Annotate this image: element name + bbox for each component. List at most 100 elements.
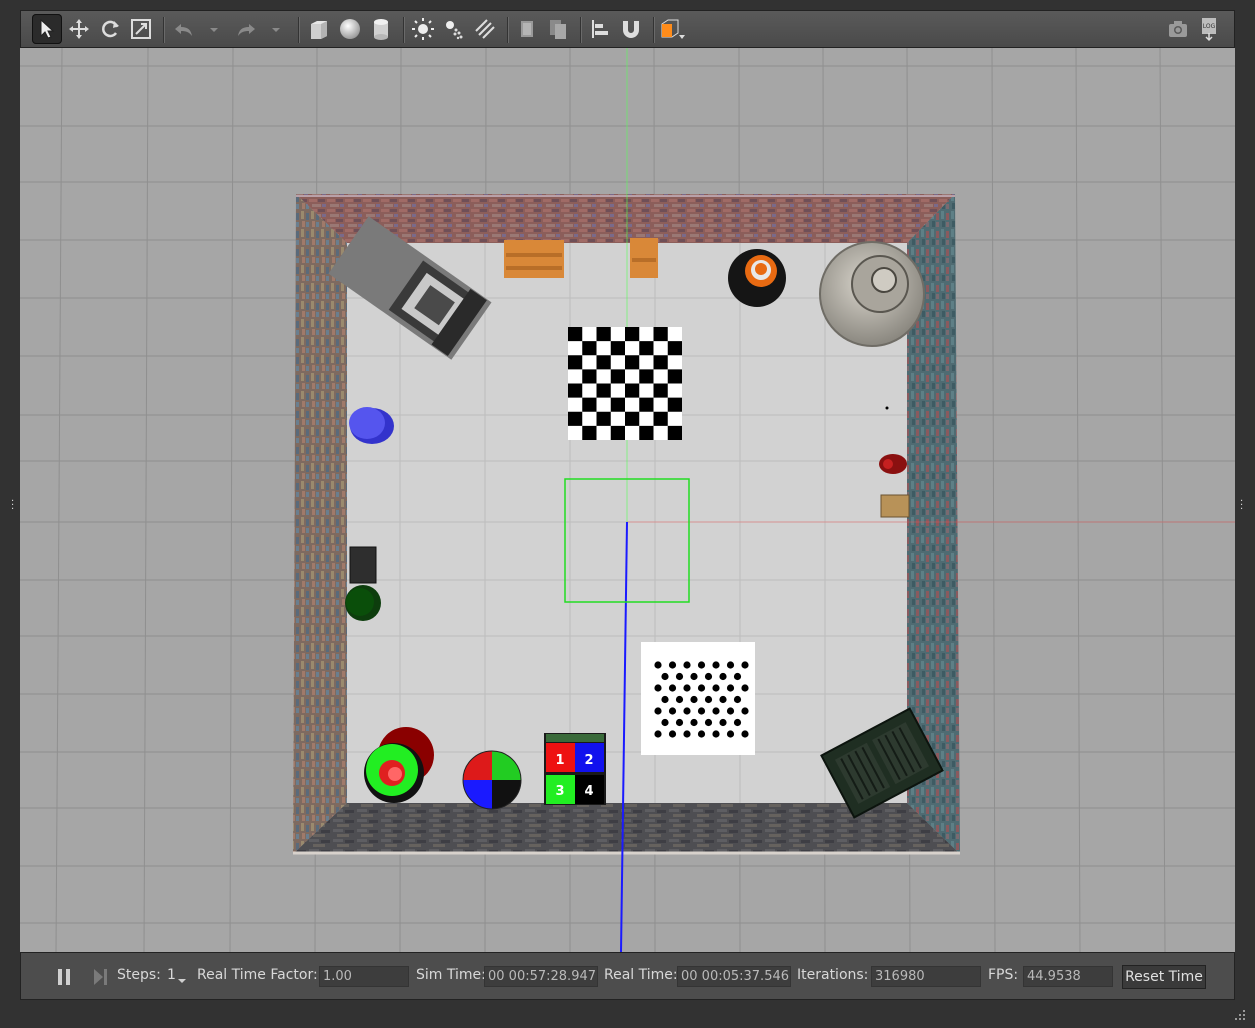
calibration-dot [683,661,691,669]
checker-square [639,425,654,440]
sphere-shape-button[interactable] [335,14,365,44]
copy-button[interactable] [512,14,542,44]
sun-icon [412,18,434,40]
reset-time-button[interactable]: Reset Time [1122,965,1206,989]
checker-square [568,383,583,398]
cube-view-icon [661,19,685,39]
checker-square [582,425,597,440]
camera-icon [1169,21,1187,37]
step-button[interactable] [93,968,109,986]
spot-light-button[interactable] [439,14,469,44]
checker-square [667,397,682,412]
calibration-dot [741,661,749,669]
translate-mode-button[interactable] [64,14,94,44]
calibration-dot [675,718,684,727]
checker-square [596,327,611,342]
calibration-dot [697,707,706,715]
circle-grid-target[interactable] [641,642,755,755]
checker-square [582,397,597,412]
checker-square [596,383,611,398]
marker-cube[interactable]: 1 2 3 4 [544,733,606,805]
redo-dropdown-arrow[interactable] [270,22,282,36]
snap-button[interactable] [616,14,646,44]
directional-light-button[interactable] [470,14,500,44]
sim-time-value: 00 00:57:28.947 [484,966,598,987]
toolbar-separator [163,17,165,43]
real-time-value: 00 00:05:37.546 [677,966,791,987]
calibration-dot [741,684,749,692]
view-angle-button[interactable] [658,14,688,44]
sphere-icon [340,19,360,39]
real-time-factor-value: 1.00 [319,966,409,987]
calibration-dot [661,672,669,681]
pause-icon [58,969,70,985]
box-shape-button[interactable] [304,14,334,44]
3d-viewport[interactable]: 1 2 3 4 [20,48,1235,952]
checker-square [596,355,611,370]
checker-square [625,327,640,342]
checker-square [639,369,654,384]
checker-square [568,355,583,370]
main-toolbar: LOG [20,10,1235,48]
real-time-factor-label: Real Time Factor: [197,967,318,983]
scene-render: 1 2 3 4 [20,48,1235,952]
wall-west [293,194,347,854]
undo-button[interactable] [169,14,199,44]
wood-crate-large[interactable] [504,240,564,278]
checker-square [625,411,640,426]
point-light-button[interactable] [408,14,438,44]
calibration-dot [668,661,677,669]
log-button[interactable]: LOG [1194,14,1224,44]
checker-square [667,341,682,356]
calibration-dot [690,718,698,727]
right-panel-handle[interactable]: · · · [1240,497,1246,515]
log-icon: LOG [1202,18,1216,42]
cylinder-shape-button[interactable] [366,14,396,44]
pause-button[interactable] [57,968,71,986]
log-icon-label: LOG [1203,23,1216,30]
scale-mode-button[interactable] [126,14,156,44]
dark-bin[interactable] [349,546,377,584]
toolbar-separator [507,17,509,43]
chevron-down-icon [210,28,218,32]
checker-square [568,411,583,426]
rotate-mode-button[interactable] [95,14,125,44]
calibration-dot [690,672,698,681]
align-button[interactable] [585,14,615,44]
redo-button[interactable] [231,14,261,44]
calibration-dot [697,730,706,738]
checker-square [653,355,668,370]
calibration-dot [668,707,677,715]
left-panel-handle[interactable]: · · · [11,497,17,515]
step-forward-icon [94,969,107,985]
magnet-icon [623,21,639,38]
chevron-down-icon[interactable] [177,977,187,985]
small-box[interactable] [880,494,910,518]
checker-square [667,425,682,440]
screenshot-button[interactable] [1163,14,1193,44]
steps-value[interactable]: 1 [167,967,176,983]
calibration-dot [654,707,662,715]
undo-dropdown-arrow[interactable] [208,22,220,36]
select-mode-button[interactable] [32,14,62,44]
checker-square [653,383,668,398]
checker-square [582,369,597,384]
resize-grip-icon[interactable] [1235,1010,1245,1020]
checker-square [568,327,583,342]
time-panel: Steps: 1 Real Time Factor: 1.00 Sim Time… [20,952,1235,1000]
align-icon [592,20,608,38]
paste-button[interactable] [543,14,573,44]
calibration-dot [675,672,684,681]
colored-ball[interactable] [462,750,522,810]
calibration-dot [668,730,677,738]
fps-value: 44.9538 [1023,966,1113,987]
redo-icon [238,24,255,36]
calibration-dot [712,684,720,692]
calibration-dot [733,672,742,681]
paste-icon [550,20,566,39]
checker-square [610,341,625,356]
checker-square [596,411,611,426]
marker-cube-label-2: 2 [584,753,593,768]
calibration-dot [654,684,662,692]
checkerboard-target[interactable] [568,327,682,440]
